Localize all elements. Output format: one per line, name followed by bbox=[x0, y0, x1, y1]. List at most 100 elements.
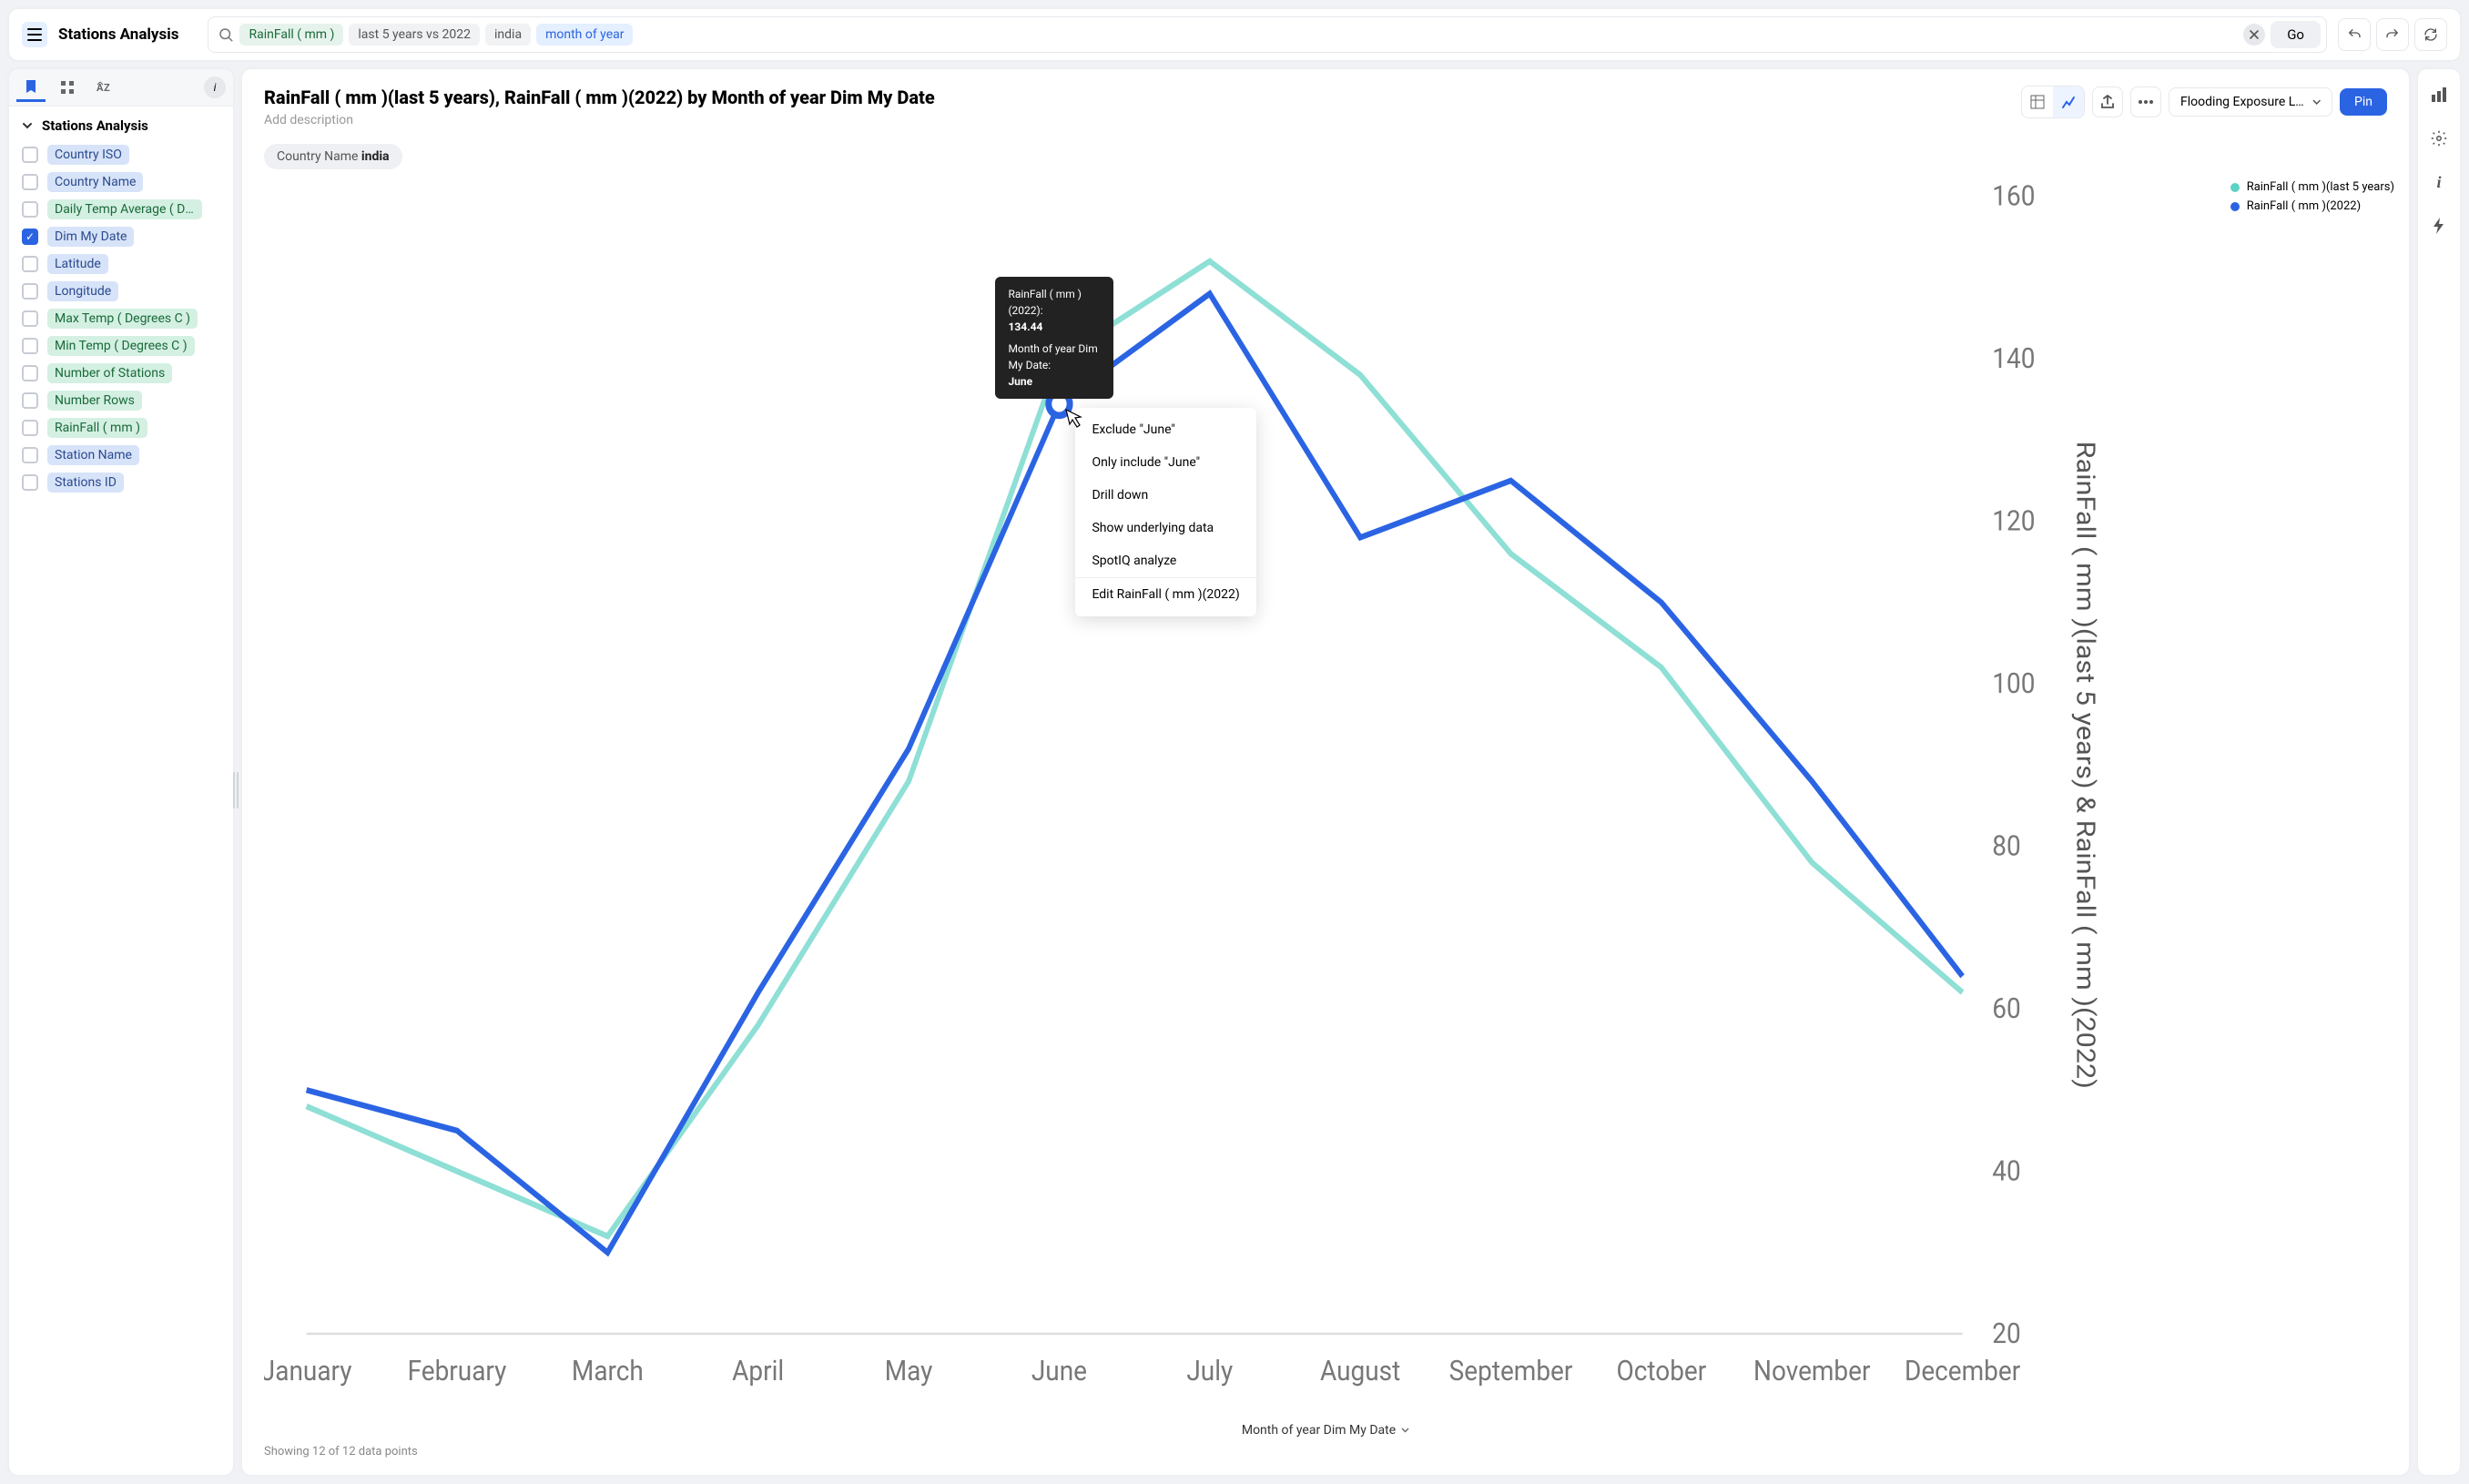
search-token[interactable]: month of year bbox=[536, 24, 633, 46]
field-item[interactable]: Country ISO bbox=[22, 145, 220, 165]
reset-button[interactable] bbox=[2414, 18, 2447, 51]
resize-handle[interactable] bbox=[233, 772, 239, 808]
menu-item-spotiq[interactable]: SpotIQ analyze bbox=[1075, 544, 1255, 577]
sort-tab[interactable]: AZ bbox=[89, 73, 118, 102]
field-label: Stations ID bbox=[47, 473, 124, 493]
bar-chart-icon bbox=[2431, 87, 2447, 102]
table-view-button[interactable] bbox=[2022, 86, 2053, 117]
menu-item-edit-measure[interactable]: Edit RainFall ( mm )(2022) bbox=[1075, 578, 1255, 611]
field-label: Number Rows bbox=[47, 391, 142, 411]
menu-button[interactable] bbox=[22, 22, 47, 47]
svg-text:March: March bbox=[572, 1356, 644, 1387]
field-item[interactable]: Daily Temp Average ( Degr... bbox=[22, 199, 220, 219]
svg-text:June: June bbox=[1031, 1356, 1087, 1387]
field-item[interactable]: RainFall ( mm ) bbox=[22, 418, 220, 438]
chart-title[interactable]: RainFall ( mm )(last 5 years), RainFall … bbox=[264, 86, 935, 109]
app-title: Stations Analysis bbox=[58, 25, 178, 44]
svg-text:November: November bbox=[1753, 1356, 1871, 1387]
gear-icon bbox=[2431, 130, 2447, 147]
undo-icon bbox=[2347, 27, 2362, 42]
info-panel-button[interactable]: i bbox=[2424, 168, 2454, 197]
field-item[interactable]: Country Name bbox=[22, 172, 220, 192]
field-item[interactable]: Min Temp ( Degrees C ) bbox=[22, 336, 220, 356]
svg-text:January: January bbox=[264, 1356, 352, 1387]
field-checkbox[interactable] bbox=[22, 201, 38, 218]
sort-icon: AZ bbox=[97, 81, 111, 94]
field-checkbox[interactable] bbox=[22, 392, 38, 409]
close-icon bbox=[2250, 30, 2259, 39]
field-checkbox[interactable] bbox=[22, 256, 38, 272]
field-item[interactable]: Station Name bbox=[22, 445, 220, 465]
field-checkbox[interactable] bbox=[22, 420, 38, 436]
data-sources-tab[interactable] bbox=[16, 73, 46, 102]
svg-text:February: February bbox=[408, 1356, 507, 1387]
more-actions-button[interactable] bbox=[2130, 86, 2161, 117]
lightning-icon bbox=[2433, 218, 2445, 234]
filter-chip[interactable]: Country Name india bbox=[264, 144, 402, 169]
legend-item[interactable]: RainFall ( mm )(2022) bbox=[2230, 199, 2394, 213]
info-icon: i bbox=[2436, 173, 2441, 192]
search-token[interactable]: india bbox=[485, 24, 531, 46]
bookmark-icon bbox=[25, 79, 37, 94]
menu-item-exclude[interactable]: Exclude "June" bbox=[1075, 413, 1255, 446]
field-checkbox[interactable] bbox=[22, 147, 38, 163]
chart-icon bbox=[2061, 95, 2076, 109]
field-checkbox[interactable] bbox=[22, 310, 38, 327]
search-token[interactable]: RainFall ( mm ) bbox=[239, 24, 343, 46]
pin-button[interactable]: Pin bbox=[2340, 88, 2387, 116]
search-token[interactable]: last 5 years vs 2022 bbox=[349, 24, 480, 46]
field-item[interactable]: Number Rows bbox=[22, 391, 220, 411]
field-label: Max Temp ( Degrees C ) bbox=[47, 309, 198, 329]
chevron-down-icon bbox=[1401, 1428, 1409, 1433]
field-label: Dim My Date bbox=[47, 227, 134, 247]
legend-item[interactable]: RainFall ( mm )(last 5 years) bbox=[2230, 180, 2394, 194]
svg-text:140: 140 bbox=[1992, 343, 2035, 375]
svg-text:August: August bbox=[1320, 1356, 1400, 1387]
svg-text:20: 20 bbox=[1992, 1318, 2020, 1350]
field-item[interactable]: Max Temp ( Degrees C ) bbox=[22, 309, 220, 329]
explore-button[interactable] bbox=[2424, 80, 2454, 109]
liveboard-selector[interactable]: Flooding Exposure Liv... bbox=[2169, 87, 2332, 117]
field-checkbox[interactable] bbox=[22, 174, 38, 190]
field-checkbox[interactable] bbox=[22, 365, 38, 381]
line-chart[interactable]: 20406080100120140160RainFall ( mm )(last… bbox=[264, 173, 2387, 1427]
settings-button[interactable] bbox=[2424, 124, 2454, 153]
menu-item-underlying-data[interactable]: Show underlying data bbox=[1075, 512, 1255, 544]
svg-text:April: April bbox=[732, 1356, 784, 1387]
spotiq-button[interactable] bbox=[2424, 211, 2454, 240]
chart-description[interactable]: Add description bbox=[264, 113, 935, 127]
chart-panel: RainFall ( mm )(last 5 years), RainFall … bbox=[242, 69, 2409, 1475]
go-button[interactable]: Go bbox=[2271, 21, 2321, 48]
menu-item-drill-down[interactable]: Drill down bbox=[1075, 479, 1255, 512]
field-checkbox[interactable] bbox=[22, 338, 38, 354]
undo-button[interactable] bbox=[2338, 18, 2371, 51]
share-button[interactable] bbox=[2092, 86, 2123, 117]
redo-button[interactable] bbox=[2376, 18, 2409, 51]
menu-item-only-include[interactable]: Only include "June" bbox=[1075, 446, 1255, 479]
svg-text:October: October bbox=[1617, 1356, 1707, 1387]
right-rail: i bbox=[2418, 69, 2460, 1475]
search-bar[interactable]: RainFall ( mm ) last 5 years vs 2022 ind… bbox=[208, 16, 2327, 53]
chart-view-button[interactable] bbox=[2053, 86, 2084, 117]
field-item[interactable]: Longitude bbox=[22, 281, 220, 301]
field-checkbox[interactable]: ✓ bbox=[22, 229, 38, 245]
grid-tab[interactable] bbox=[53, 73, 82, 102]
field-item[interactable]: Latitude bbox=[22, 254, 220, 274]
info-button[interactable]: i bbox=[204, 76, 226, 98]
svg-text:120: 120 bbox=[1992, 506, 2035, 538]
data-source-name: Stations Analysis bbox=[42, 117, 148, 134]
field-checkbox[interactable] bbox=[22, 474, 38, 491]
clear-search-button[interactable] bbox=[2243, 24, 2265, 46]
collapse-toggle[interactable] bbox=[22, 120, 33, 131]
svg-text:RainFall ( mm )(last 5 years): RainFall ( mm )(last 5 years) & RainFall… bbox=[2070, 442, 2099, 1089]
field-label: Number of Stations bbox=[47, 363, 172, 383]
field-checkbox[interactable] bbox=[22, 283, 38, 300]
svg-text:July: July bbox=[1186, 1356, 1233, 1387]
menu-icon bbox=[27, 28, 42, 41]
grid-icon bbox=[61, 81, 74, 94]
field-checkbox[interactable] bbox=[22, 447, 38, 463]
field-item[interactable]: ✓ Dim My Date bbox=[22, 227, 220, 247]
left-panel: AZ i Stations Analysis Country ISO Countr… bbox=[9, 69, 233, 1475]
field-item[interactable]: Number of Stations bbox=[22, 363, 220, 383]
field-item[interactable]: Stations ID bbox=[22, 473, 220, 493]
